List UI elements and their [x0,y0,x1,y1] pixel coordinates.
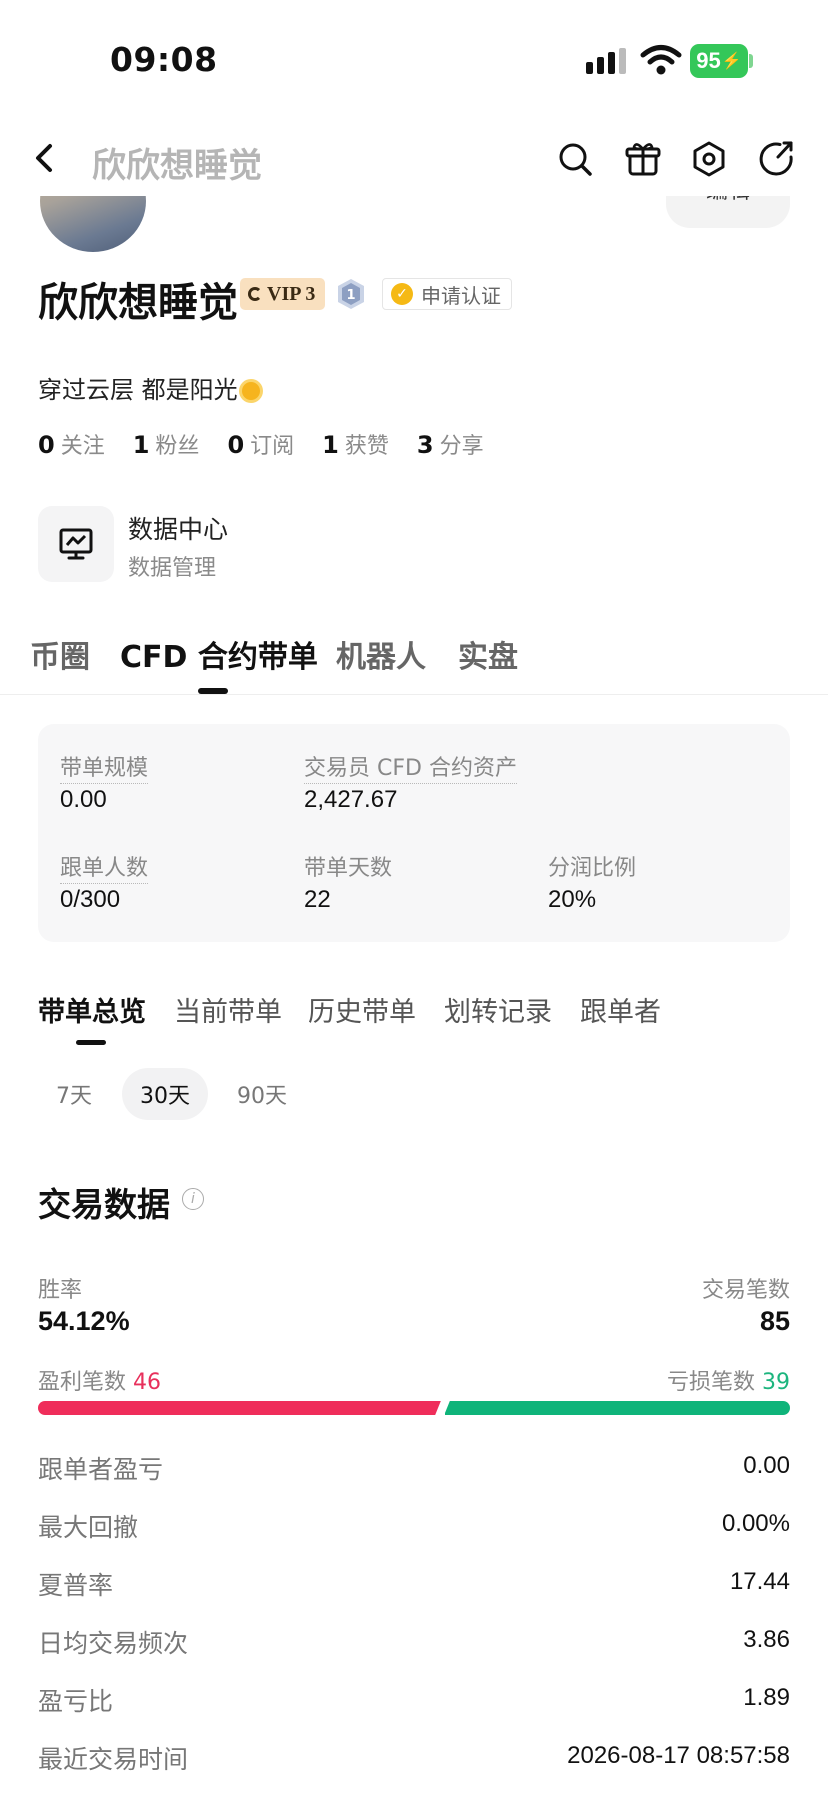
stat-shares[interactable]: 3 分享 [417,428,484,460]
bio-text: 穿过云层 都是阳光 [38,376,238,404]
subtab-transfers[interactable]: 划转记录 [444,990,552,1029]
stat-value: 0 [227,431,245,459]
apply-verification-button[interactable]: ✓ 申请认证 [382,278,512,310]
stat-value: 0 [38,431,55,459]
metric-value: 17.44 [729,1568,790,1595]
tab-crypto[interactable]: 币圈 [30,632,90,676]
monitor-chart-icon [59,528,93,560]
followers-label[interactable]: 跟单人数 [60,850,149,884]
vip-ring-icon [248,287,262,301]
data-center-title[interactable]: 数据中心 [128,510,228,546]
loss-count: 39 [762,1370,790,1395]
trades-label: 交易笔数 [701,1278,790,1303]
subtab-overview[interactable]: 带单总览 [38,990,146,1029]
wifi-icon [640,45,682,75]
tabs-divider [0,694,828,695]
stat-value: 3 [416,431,434,459]
nav-title: 欣欣想睡觉 [92,146,262,186]
assets-label[interactable]: 交易员 CFD 合约资产 [304,750,517,784]
metric-label: 最近交易时间 [38,1745,189,1774]
data-center-subtitle: 数据管理 [128,556,217,581]
profit-label: 盈利笔数 [38,1370,127,1395]
stat-label: 关注 [60,434,105,459]
stat-followers[interactable]: 1 粉丝 [133,428,200,460]
info-icon[interactable]: i [182,1188,204,1210]
metric-value: 0.00 [743,1452,790,1479]
battery-indicator: 95 ⚡ [690,44,748,78]
stat-label: 分享 [439,434,484,459]
subtab-indicator [76,1040,106,1045]
scale-value: 0.00 [60,786,107,813]
verified-check-icon: ✓ [391,283,413,305]
days-value: 22 [304,886,331,913]
tab-live[interactable]: 实盘 [458,632,518,676]
back-icon[interactable] [30,140,60,176]
level-badge-icon[interactable]: 1 [337,278,365,310]
battery-cap [749,54,753,68]
metric-label: 最大回撤 [38,1513,139,1542]
metric-value: 3.86 [743,1626,790,1653]
tab-bots[interactable]: 机器人 [336,632,426,676]
data-center-button[interactable] [38,506,114,582]
search-icon[interactable] [556,140,594,178]
bio: 穿过云层 都是阳光 [38,370,260,405]
metric-label: 日均交易频次 [38,1629,189,1658]
stat-following[interactable]: 0 关注 [38,428,105,460]
assets-value: 2,427.67 [304,786,398,813]
trading-data-title: 交易数据 [38,1185,170,1224]
profile-stats: 0 关注 1 粉丝 0 订阅 1 获赞 3 分享 [38,428,512,460]
metric-label: 跟单者盈亏 [38,1455,164,1484]
profit-count-row: 盈利笔数 46 [38,1364,161,1396]
vip-badge[interactable]: VIP 3 [240,278,326,310]
followers-value: 0/300 [60,886,121,913]
stat-value: 1 [322,431,339,459]
period-7d[interactable]: 7天 [38,1068,110,1120]
loss-label: 亏损笔数 [666,1370,755,1395]
share-value: 20% [548,886,597,913]
days-label: 带单天数 [304,856,393,881]
subtab-current[interactable]: 当前带单 [174,990,282,1029]
metric-label: 盈亏比 [38,1687,114,1716]
stat-label: 获赞 [344,434,389,459]
share-icon[interactable] [758,140,796,178]
share-label: 分润比例 [548,856,637,881]
status-time: 09:08 [110,40,218,79]
scale-label[interactable]: 带单规模 [60,750,149,784]
level-number: 1 [346,288,355,303]
sun-emoji-icon [241,382,260,400]
metric-label: 夏普率 [38,1571,114,1600]
tab-cfd-copy-trading[interactable]: CFD 合约带单 [120,632,318,676]
vip-label: VIP 3 [267,282,316,305]
win-rate-label: 胜率 [38,1278,83,1303]
stat-value: 1 [132,431,150,459]
stat-label: 订阅 [250,434,295,459]
verify-label: 申请认证 [421,283,501,308]
subtab-followers[interactable]: 跟单者 [580,990,661,1029]
stat-subscriptions[interactable]: 0 订阅 [227,428,294,460]
profit-count: 46 [133,1370,162,1395]
period-30d[interactable]: 30天 [122,1068,208,1120]
win-rate-value: 54.12% [38,1306,130,1336]
metric-value: 0.00% [721,1510,790,1537]
profit-ratio-bar [38,1401,441,1415]
settings-icon[interactable] [690,140,728,178]
signal-icon [586,48,626,74]
gift-icon[interactable] [624,140,662,178]
metric-value: 2026-08-17 08:57:58 [567,1742,790,1769]
subtab-history[interactable]: 历史带单 [308,990,416,1029]
metric-value: 1.89 [743,1684,790,1711]
trades-value: 85 [759,1306,790,1336]
stat-label: 粉丝 [155,434,200,459]
loss-ratio-bar [445,1401,790,1415]
loss-count-row: 亏损笔数 39 [667,1364,790,1396]
period-90d[interactable]: 90天 [222,1068,302,1120]
stat-likes[interactable]: 1 获赞 [322,428,389,460]
nickname: 欣欣想睡觉 [38,280,238,326]
